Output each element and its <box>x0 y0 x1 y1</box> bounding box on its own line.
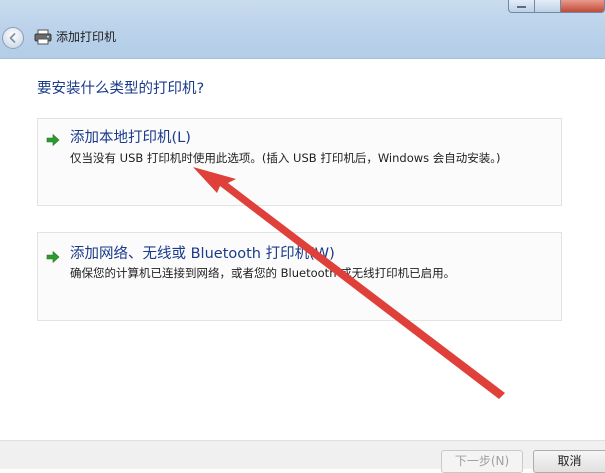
option-description: 确保您的计算机已连接到网络，或者您的 Bluetooth 或无线打印机已启用。 <box>70 266 456 280</box>
back-button[interactable] <box>2 27 24 49</box>
window-caption-buttons <box>508 0 605 14</box>
cancel-button[interactable]: 取消 <box>533 450 605 473</box>
option-title: 添加网络、无线或 Bluetooth 打印机(W) <box>70 246 335 262</box>
option-add-local-printer[interactable]: 添加本地打印机(L) 仅当没有 USB 打印机时使用此选项。(插入 USB 打印… <box>37 118 562 206</box>
printer-icon <box>34 29 52 45</box>
minimize-button[interactable] <box>508 0 535 13</box>
green-arrow-icon <box>46 133 60 147</box>
option-add-network-printer[interactable]: 添加网络、无线或 Bluetooth 打印机(W) 确保您的计算机已连接到网络，… <box>37 232 562 321</box>
wizard-title: 添加打印机 <box>56 30 117 44</box>
maximize-button[interactable] <box>535 0 561 13</box>
footer-bar: 下一步(N) 取消 <box>0 440 605 473</box>
page-question: 要安装什么类型的打印机? <box>37 81 205 97</box>
green-arrow-icon <box>46 250 60 264</box>
title-bar: 添加打印机 <box>0 0 605 59</box>
next-button[interactable]: 下一步(N) <box>441 450 523 473</box>
option-description: 仅当没有 USB 打印机时使用此选项。(插入 USB 打印机后，Windows … <box>70 151 501 165</box>
option-title: 添加本地打印机(L) <box>70 130 191 146</box>
back-arrow-icon <box>9 33 16 43</box>
close-button[interactable] <box>561 0 605 13</box>
